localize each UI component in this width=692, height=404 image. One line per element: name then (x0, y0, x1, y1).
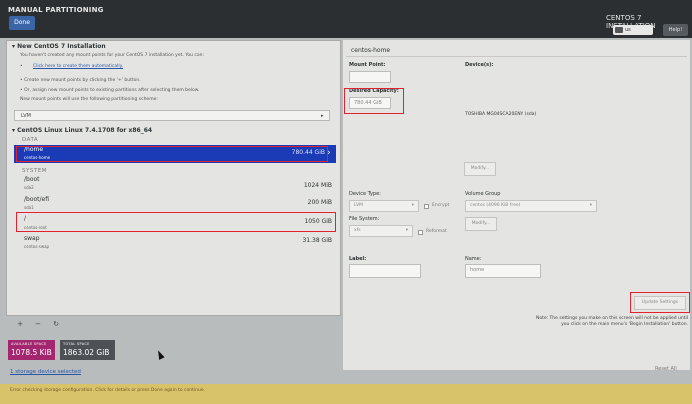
highlight-update-settings (630, 292, 690, 313)
partition-device: centos-swap (24, 244, 50, 249)
devices-label: Device(s): (465, 62, 494, 68)
volume-group-select[interactable]: centos (4096 KiB free) ▾ (465, 200, 597, 212)
volume-group-value: centos (4096 KiB free) (470, 203, 521, 208)
device-type-select[interactable]: LVM ▾ (349, 200, 419, 212)
scheme-text: New mount points will use the following … (20, 97, 158, 102)
available-space-label: AVAILABLE SPACE (11, 342, 47, 346)
dropdown-arrow-icon: ▾ (405, 228, 408, 233)
highlight-root-row (16, 212, 336, 232)
partition-name[interactable]: /boot/efi (24, 196, 49, 203)
partition-device: sda2 (24, 185, 34, 190)
partition-size: 1024 MiB (303, 182, 332, 189)
reformat-checkbox[interactable] (418, 230, 423, 235)
dropdown-arrow-icon: ▾ (589, 203, 592, 208)
mount-point-label: Mount Point: (349, 62, 386, 68)
reset-all-button[interactable]: Reset All (655, 366, 677, 372)
total-space-value: 1863.02 GiB (63, 348, 110, 357)
page-title: MANUAL PARTITIONING (8, 6, 104, 14)
volume-group-label: Volume Group (465, 191, 501, 197)
bullet-assign: • Or, assign new mount points to existin… (20, 88, 200, 93)
partition-size: 200 MiB (307, 199, 332, 206)
device-type-label: Device Type: (349, 191, 381, 197)
help-button[interactable]: Help! (663, 24, 688, 36)
encrypt-checkbox[interactable] (424, 204, 429, 209)
refresh-button[interactable]: ↻ (49, 319, 63, 329)
modify-devices-button[interactable]: Modify... (464, 162, 496, 176)
partition-name[interactable]: swap (24, 235, 40, 242)
details-title: centos-home (351, 47, 391, 54)
file-system-value: xfs (354, 228, 361, 233)
storage-devices-link[interactable]: 1 storage device selected (10, 369, 81, 375)
linux-install-title[interactable]: ▾ CentOS Linux Linux 7.4.1708 for x86_64 (12, 127, 152, 134)
dropdown-arrow-icon: ▾ (411, 203, 414, 208)
partition-device: sda1 (24, 205, 34, 210)
available-space-box: AVAILABLE SPACE 1078.5 KiB (8, 340, 55, 360)
keyboard-icon (615, 27, 623, 33)
divider (346, 56, 687, 57)
device-name: TOSHIBA MG04SCA20ENY (sda) (465, 112, 537, 117)
name-field-label: Name: (465, 256, 482, 262)
encrypt-label: Encrypt (432, 203, 450, 208)
partition-name[interactable]: /boot (24, 176, 40, 183)
auto-create-link[interactable]: Click here to create them automatically. (33, 64, 123, 69)
partition-scheme-select[interactable]: LVM (14, 110, 330, 121)
highlight-home-row (16, 146, 328, 162)
mouse-cursor-icon (155, 349, 165, 360)
label-input[interactable] (349, 264, 421, 278)
dropdown-arrow-icon: ▸ (321, 113, 324, 119)
bullet-create: • Create new mount points by clicking th… (20, 78, 141, 83)
new-install-desc: You haven't created any mount points for… (20, 53, 205, 58)
available-space-value: 1078.5 KiB (11, 348, 52, 357)
warning-status-bar[interactable] (0, 384, 692, 404)
add-mount-point-button[interactable]: + (13, 319, 27, 329)
modify-volume-group-button[interactable]: Modify... (465, 217, 497, 231)
total-space-box: TOTAL SPACE 1863.02 GiB (60, 340, 115, 360)
name-input[interactable]: home (465, 264, 541, 278)
settings-note: Note: The settings you make on this scre… (535, 316, 688, 327)
system-group-label: SYSTEM (22, 168, 47, 174)
partition-size: 31.38 GiB (302, 237, 332, 244)
data-group-label: DATA (22, 137, 39, 143)
device-type-value: LVM (354, 203, 363, 208)
new-install-title[interactable]: ▾ New CentOS 7 Installation (12, 43, 106, 50)
reformat-label: Reformat (426, 229, 447, 234)
bullet-dot: • (20, 64, 23, 69)
status-message[interactable]: Error checking storage configuration. Cl… (10, 388, 205, 393)
file-system-select[interactable]: xfs ▾ (349, 225, 413, 237)
mount-point-input[interactable] (349, 71, 391, 83)
done-button[interactable]: Done (9, 16, 35, 30)
remove-mount-point-button[interactable]: − (31, 319, 45, 329)
highlight-capacity (344, 88, 404, 114)
total-space-label: TOTAL SPACE (63, 342, 90, 346)
label-field-label: Label: (349, 256, 367, 262)
file-system-label: File System: (349, 216, 380, 222)
